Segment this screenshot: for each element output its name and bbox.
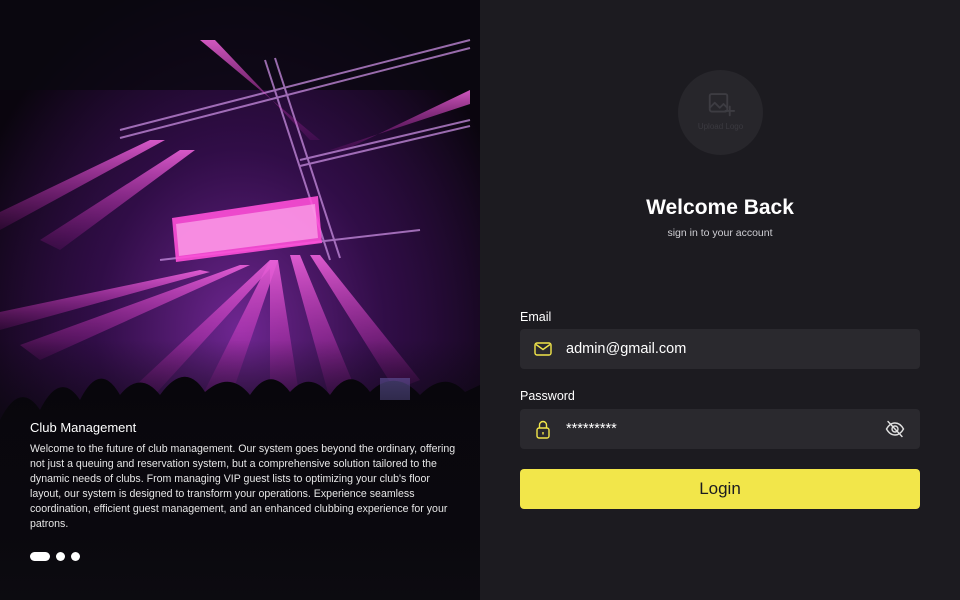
hero-panel: Club Management Welcome to the future of… bbox=[0, 0, 480, 600]
welcome-subtitle: sign in to your account bbox=[667, 227, 773, 239]
password-input[interactable] bbox=[566, 421, 870, 437]
login-panel: Upload Logo Welcome Back sign in to your… bbox=[480, 0, 960, 600]
carousel-dot-2[interactable] bbox=[56, 552, 65, 561]
email-label: Email bbox=[520, 310, 552, 324]
welcome-title: Welcome Back bbox=[646, 196, 794, 219]
carousel-indicators bbox=[30, 552, 80, 561]
eye-off-icon[interactable] bbox=[870, 420, 920, 438]
carousel-dot-3[interactable] bbox=[71, 552, 80, 561]
login-button[interactable]: Login bbox=[520, 469, 920, 509]
password-label: Password bbox=[520, 389, 575, 403]
mail-icon bbox=[520, 342, 566, 356]
login-page: Club Management Welcome to the future of… bbox=[0, 0, 960, 600]
upload-logo-label: Upload Logo bbox=[697, 121, 744, 131]
hero-title: Club Management bbox=[30, 420, 137, 435]
hero-description: Welcome to the future of club management… bbox=[30, 443, 456, 530]
email-field-wrapper bbox=[520, 329, 920, 369]
email-input[interactable] bbox=[566, 341, 920, 357]
lock-icon bbox=[520, 420, 566, 439]
image-upload-icon bbox=[708, 92, 735, 116]
carousel-dot-1[interactable] bbox=[30, 552, 50, 561]
logo-upload-button[interactable]: Upload Logo bbox=[678, 70, 763, 155]
password-field-wrapper bbox=[520, 409, 920, 449]
